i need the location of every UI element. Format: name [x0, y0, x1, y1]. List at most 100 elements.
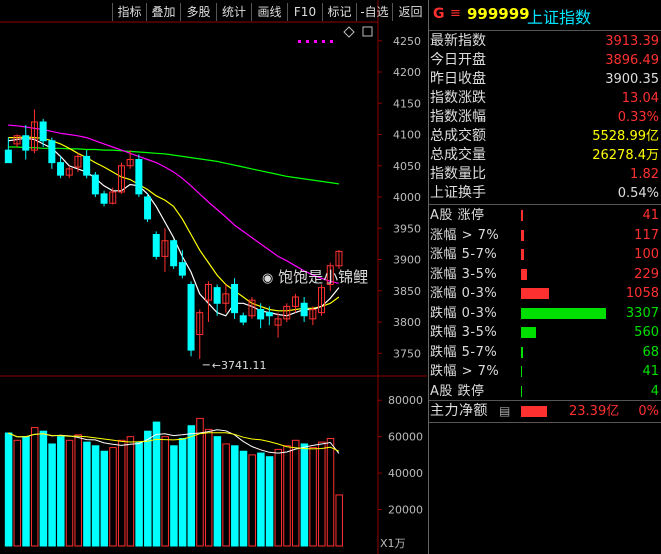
- candle-body: [135, 159, 143, 195]
- volume-bar: [222, 443, 230, 547]
- toolbar-button-1[interactable]: 叠加: [146, 3, 180, 21]
- candle-body: [91, 174, 99, 195]
- stat-value: 0.54%: [617, 186, 659, 201]
- candle-body: [144, 196, 152, 220]
- breadth-value: 41: [642, 208, 659, 223]
- volume-bar: [135, 441, 143, 547]
- candle-body: [83, 155, 91, 176]
- breadth-value: 4: [650, 383, 659, 399]
- stat-row: 指数量比 1.82: [429, 165, 661, 184]
- low-marker-label: ←3741.11: [212, 359, 267, 372]
- toolbar-button-4[interactable]: 画线: [251, 3, 287, 21]
- stat-label: 上证换手: [430, 185, 486, 201]
- stat-value: 13.04: [621, 91, 659, 106]
- volume-bar: [274, 448, 283, 547]
- toolbar-button-7[interactable]: -自选: [356, 3, 392, 21]
- diamond-icon: [343, 26, 355, 38]
- candle-body: [300, 302, 308, 317]
- panel-header: G ≡ 999999 上证指数: [429, 0, 661, 30]
- toolbar-button-0[interactable]: 指标: [112, 3, 146, 21]
- breadth-row: 跌幅 0-3% 3307: [429, 304, 661, 323]
- breadth-value: 3307: [625, 305, 659, 321]
- stat-value: 3900.35: [605, 72, 659, 87]
- chart-toolbar: 指标 叠加 多股 统计 画线 F10 标记 -自选 返回: [0, 0, 427, 22]
- g-badge[interactable]: G: [433, 6, 445, 22]
- price-tick-label: 4000: [393, 191, 421, 204]
- toolbar-button-2[interactable]: 多股: [180, 3, 216, 21]
- stat-row: 总成交量 26278.4万: [429, 146, 661, 165]
- volume-bar: [283, 445, 291, 547]
- price-tick-label: 3750: [393, 347, 421, 360]
- candle-body: [57, 162, 65, 176]
- breadth-bar: [521, 327, 536, 338]
- candle-body: [231, 284, 239, 314]
- breadth-row: A股 跌停 4: [429, 382, 661, 401]
- breadth-bar: [521, 210, 523, 221]
- breadth-value: 560: [634, 325, 659, 340]
- candle-body: [22, 135, 30, 151]
- stat-label: 昨日收盘: [430, 71, 486, 87]
- volume-tick-label: 40000: [388, 467, 423, 480]
- breadth-value: 68: [642, 344, 659, 360]
- volume-bar: [213, 436, 222, 547]
- stat-row: 总成交额 5528.99亿: [429, 127, 661, 146]
- kline-chart-area[interactable]: 4250 4200 4150 4100 4050 4000 3950 3900 3850 3800…: [0, 0, 427, 554]
- breadth-row: 涨幅 > 7% 117: [429, 226, 661, 245]
- breadth-label: 跌幅 > 7%: [430, 364, 500, 379]
- divider: [429, 30, 661, 31]
- breadth-value: 117: [634, 227, 659, 243]
- stat-value: 3913.39: [605, 34, 659, 49]
- price-tick-label: 3950: [393, 222, 421, 235]
- volume-bar: [309, 447, 317, 547]
- breadth-bar: [521, 346, 523, 358]
- volume-bar: [204, 428, 213, 547]
- breadth-row: 跌幅 > 7% 41: [429, 362, 661, 381]
- volume-bar: [91, 445, 100, 547]
- breadth-label: 涨幅 > 7%: [430, 227, 500, 243]
- volume-bar: [300, 443, 309, 547]
- breadth-label: 涨幅 0-3%: [430, 286, 498, 301]
- breadth-bar: [521, 366, 522, 377]
- volume-bar: [170, 445, 178, 547]
- candle-body: [170, 240, 178, 267]
- volume-bar: [196, 417, 204, 547]
- candle-body: [187, 284, 195, 351]
- divider: [429, 204, 661, 205]
- volume-tick-label: 80000: [388, 394, 423, 407]
- volume-unit: X1万: [380, 537, 406, 550]
- ma-legend-dot: [298, 40, 301, 43]
- price-tick-label: 3850: [393, 285, 421, 298]
- volume-bar: [144, 430, 152, 547]
- stat-row: 昨日收盘 3900.35: [429, 70, 661, 89]
- volume-bar: [57, 436, 65, 547]
- main-flow-row[interactable]: 主力净额 ▤ 23.39亿 0%: [429, 402, 661, 421]
- volume-tick-label: 20000: [388, 504, 423, 517]
- toolbar-button-3[interactable]: 统计: [216, 3, 251, 21]
- price-tick-label: 4050: [393, 160, 421, 173]
- price-tick-label: 3900: [393, 254, 421, 267]
- breadth-value: 100: [634, 247, 659, 262]
- candle-body: [178, 262, 186, 276]
- toolbar-button-5[interactable]: F10: [287, 3, 322, 21]
- price-tick-label: 4150: [393, 97, 421, 110]
- volume-bar: [126, 436, 135, 547]
- stat-row: 指数涨幅 0.33%: [429, 108, 661, 127]
- main-flow-label: 主力净额: [430, 403, 488, 419]
- stat-value: 0.33%: [617, 110, 659, 125]
- stat-label: 指数涨幅: [430, 109, 486, 125]
- toolbar-button-8[interactable]: 返回: [392, 3, 428, 21]
- volume-bar: [39, 430, 48, 547]
- stat-label: 指数涨跌: [430, 90, 486, 106]
- toolbar-button-6[interactable]: 标记: [322, 3, 356, 21]
- breadth-row: A股 涨停 41: [429, 206, 661, 225]
- breadth-bar: [521, 307, 606, 319]
- stock-code: 999999: [467, 5, 530, 23]
- main-flow-pct: 0%: [638, 404, 659, 419]
- candle-body: [239, 315, 247, 323]
- breadth-value: 229: [634, 266, 659, 282]
- volume-bar: [152, 421, 161, 547]
- stat-value: 1.82: [630, 167, 659, 182]
- volume-bar: [117, 439, 126, 547]
- breadth-row: 跌幅 5-7% 68: [429, 343, 661, 362]
- menu-icon[interactable]: ≡: [450, 6, 461, 21]
